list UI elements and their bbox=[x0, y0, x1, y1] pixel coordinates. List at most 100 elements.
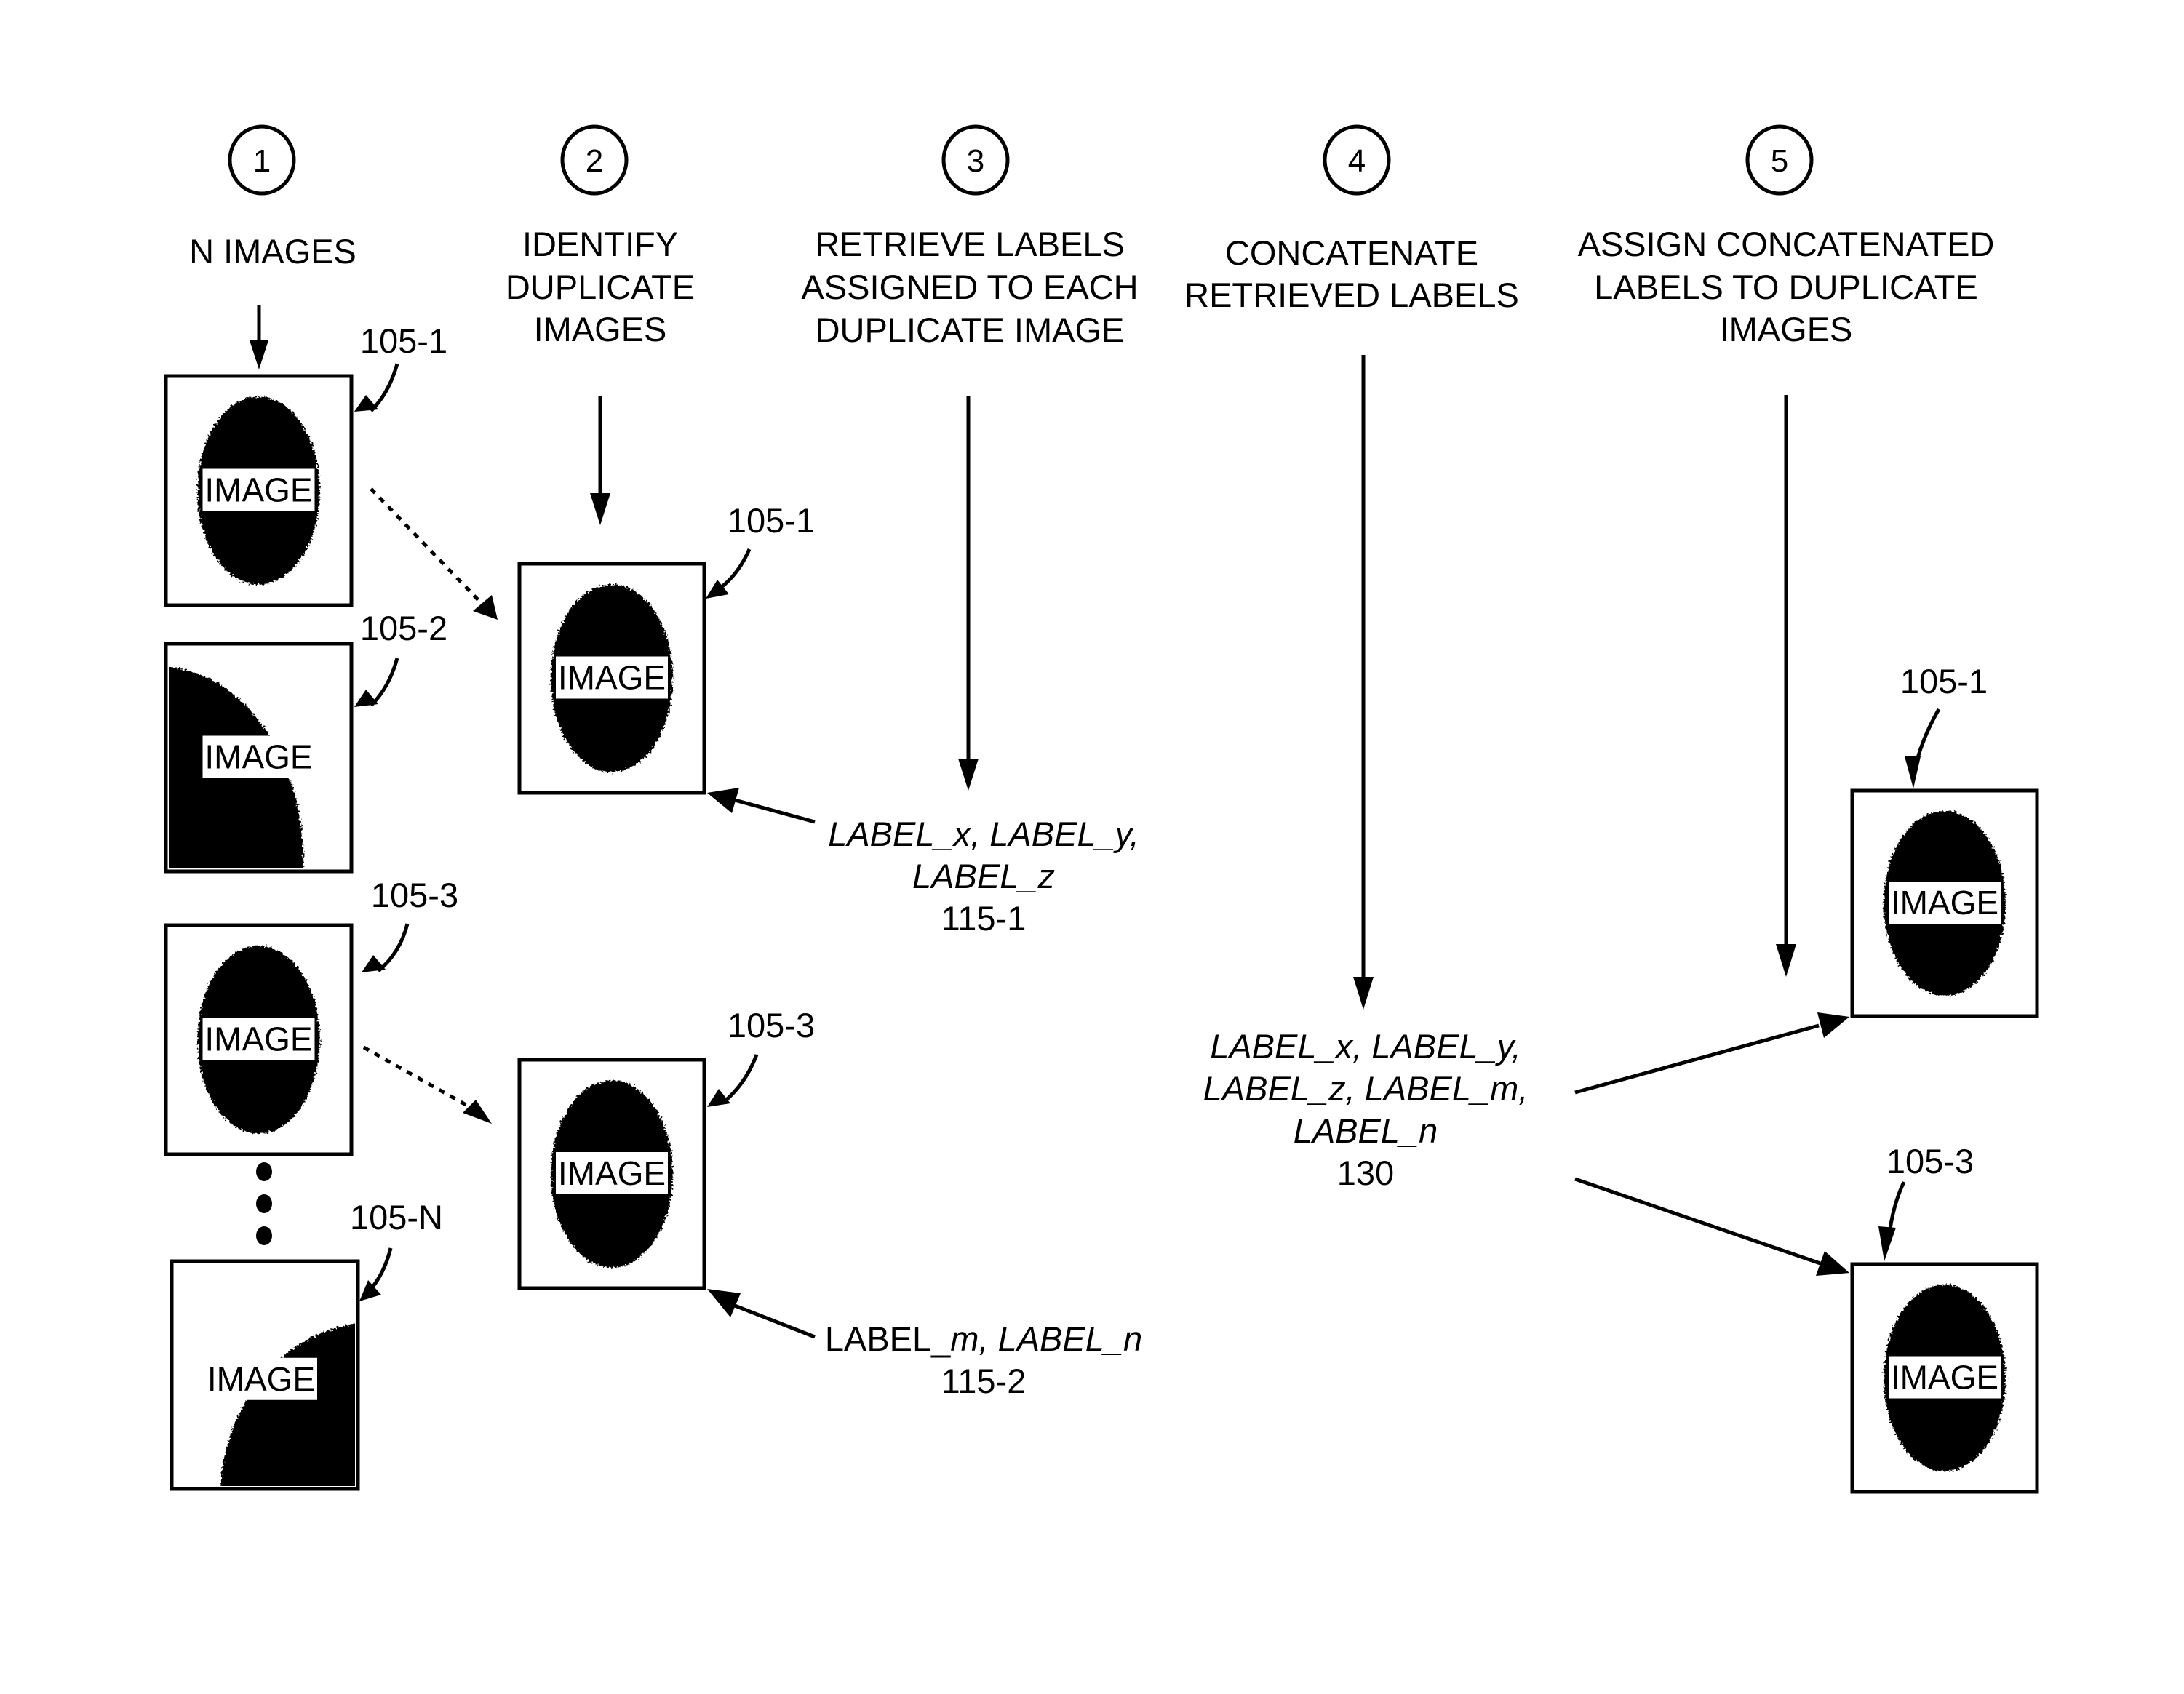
step-heading-2: IDENTIFY DUPLICATE IMAGES bbox=[506, 225, 695, 348]
callout-output-105-1: 105-1 bbox=[1900, 662, 1988, 788]
callout-input-105-N: 105-N bbox=[350, 1198, 443, 1301]
dashed-arrow-105-3 bbox=[362, 1045, 492, 1124]
label-ref-number: 115-2 bbox=[941, 1362, 1027, 1400]
reference-number: 105-3 bbox=[728, 1006, 815, 1044]
label-115-1-pointer bbox=[707, 788, 816, 824]
heading-line: IDENTIFY bbox=[522, 225, 678, 263]
leader-arrowhead bbox=[359, 1280, 381, 1301]
assignment-arrows bbox=[1574, 1012, 1849, 1276]
image-tag: IMAGE bbox=[204, 738, 312, 776]
image-tag: IMAGE bbox=[204, 1020, 312, 1058]
input-image-105-3: IMAGE bbox=[164, 923, 354, 1156]
step-marker-2: 2 bbox=[560, 124, 629, 196]
step2-down-arrow bbox=[590, 396, 610, 525]
leader-arrowhead bbox=[1878, 1226, 1896, 1261]
step-marker-4: 4 bbox=[1323, 124, 1391, 196]
leader-arrowhead bbox=[354, 690, 378, 707]
callout-input-105-3: 105-3 bbox=[362, 876, 458, 972]
duplicate-image-105-1: IMAGE bbox=[517, 562, 706, 795]
heading-line: IMAGES bbox=[534, 310, 667, 348]
output-image-105-1: IMAGE bbox=[1850, 788, 2039, 1018]
heading-line: DUPLICATE IMAGE bbox=[816, 311, 1125, 349]
dashed-arrow-105-1 bbox=[370, 487, 498, 620]
reference-number: 105-1 bbox=[1900, 662, 1988, 700]
leader-line bbox=[370, 363, 399, 412]
leader-arrowhead bbox=[1905, 756, 1921, 788]
leader-arrowhead bbox=[362, 955, 386, 972]
callout-input-105-2: 105-2 bbox=[354, 609, 447, 707]
heading-line: RETRIEVE LABELS bbox=[815, 225, 1125, 263]
image-tag: IMAGE bbox=[1891, 1359, 1998, 1397]
step-number: 3 bbox=[967, 143, 984, 179]
leader-line bbox=[717, 548, 752, 591]
reference-number: 105-3 bbox=[1886, 1142, 1974, 1180]
step-marker-1: 1 bbox=[228, 124, 296, 196]
concatenated-line: LABEL_n bbox=[1294, 1111, 1438, 1150]
callout-duplicate-105-1: 105-1 bbox=[706, 501, 815, 599]
duplicate-image-label-diagram: 1 2 3 4 5 N IMAGES IDENTIFY DUPLICATE IMAGES RET… bbox=[164, 124, 2039, 1494]
retrieved-labels-115-1: LABEL_x, LABEL_y, LABEL_z 115-1 bbox=[828, 815, 1139, 938]
assign-arrow-105-1 bbox=[1574, 1012, 1849, 1095]
leader-arrowhead bbox=[354, 395, 378, 412]
reference-number: 105-1 bbox=[728, 501, 815, 540]
step-heading-5: ASSIGN CONCATENATED LABELS TO DUPLICATE IM… bbox=[1578, 225, 1995, 348]
output-image-105-3: IMAGE bbox=[1850, 1262, 2039, 1494]
input-image-105-N: IMAGE bbox=[170, 1259, 360, 1491]
duplicate-identification-arrows bbox=[362, 487, 498, 1124]
callout-input-105-1: 105-1 bbox=[354, 321, 447, 412]
callout-output-105-3: 105-3 bbox=[1878, 1142, 1974, 1261]
heading-line: IMAGES bbox=[1720, 310, 1853, 348]
ellipsis-dot bbox=[256, 1162, 272, 1181]
label-prefix: LABEL_ bbox=[825, 1319, 951, 1358]
concatenated-line: LABEL_z, LABEL_m, bbox=[1203, 1069, 1529, 1108]
heading-line: N IMAGES bbox=[189, 232, 356, 271]
step-heading-4: CONCATENATE RETRIEVED LABELS bbox=[1184, 233, 1519, 314]
leader-line bbox=[722, 1054, 759, 1103]
concatenated-labels-130: LABEL_x, LABEL_y, LABEL_z, LABEL_m, LABE… bbox=[1203, 1027, 1529, 1192]
ellipsis-dots bbox=[256, 1162, 272, 1245]
leader-line bbox=[370, 658, 399, 707]
heading-line: CONCATENATE bbox=[1225, 233, 1478, 272]
reference-number: 105-N bbox=[350, 1198, 443, 1236]
image-tag: IMAGE bbox=[558, 1154, 666, 1192]
step-heading-1: N IMAGES bbox=[189, 232, 356, 271]
ellipsis-dot bbox=[256, 1194, 272, 1213]
heading-line: ASSIGN CONCATENATED bbox=[1578, 225, 1995, 263]
step1-down-arrow bbox=[250, 305, 268, 369]
heading-line: RETRIEVED LABELS bbox=[1184, 276, 1519, 314]
input-image-105-1: IMAGE bbox=[164, 374, 354, 607]
label-115-2-pointer bbox=[707, 1289, 816, 1339]
heading-line: LABELS TO DUPLICATE bbox=[1594, 268, 1978, 306]
concatenated-line: LABEL_x, LABEL_y, bbox=[1210, 1027, 1521, 1066]
step-number: 5 bbox=[1771, 143, 1788, 179]
assign-arrow-105-3 bbox=[1574, 1177, 1849, 1276]
leader-line bbox=[1888, 1180, 1906, 1230]
step-number: 2 bbox=[586, 143, 603, 179]
label-pointer-arrows bbox=[707, 788, 816, 1339]
step-number: 1 bbox=[253, 143, 271, 179]
image-tag: IMAGE bbox=[207, 1360, 315, 1398]
label-line: LABEL_x, LABEL_y, bbox=[828, 815, 1139, 853]
concatenated-ref-number: 130 bbox=[1337, 1154, 1394, 1192]
image-tag: IMAGE bbox=[558, 659, 666, 697]
reference-number: 105-1 bbox=[360, 321, 447, 360]
leader-line bbox=[377, 923, 410, 972]
step4-down-arrow bbox=[1353, 355, 1374, 1010]
heading-line: ASSIGNED TO EACH bbox=[801, 268, 1138, 306]
step-headings: N IMAGES IDENTIFY DUPLICATE IMAGES RETRIEVE … bbox=[189, 225, 1994, 349]
image-tag: IMAGE bbox=[204, 471, 312, 509]
step-marker-3: 3 bbox=[941, 124, 1010, 196]
ellipsis-dot bbox=[256, 1226, 272, 1245]
step3-down-arrow bbox=[958, 396, 979, 791]
label-suffix: m bbox=[950, 1319, 979, 1358]
image-boxes: IMAGE IMAGE IMAGE IMAGE IMAGE IMAGE IMAGE IMAGE bbox=[164, 374, 2039, 1494]
retrieved-labels-115-2: LABEL_m, LABEL_n 115-2 bbox=[825, 1319, 1142, 1400]
step-number: 4 bbox=[1348, 143, 1366, 179]
callout-duplicate-105-3: 105-3 bbox=[707, 1006, 815, 1107]
image-tag: IMAGE bbox=[1891, 884, 1998, 922]
reference-number: 105-2 bbox=[360, 609, 447, 647]
reference-number: 105-3 bbox=[371, 876, 458, 914]
step5-down-arrow bbox=[1776, 395, 1796, 977]
step-markers: 1 2 3 4 5 bbox=[228, 124, 1814, 196]
label-line: LABEL_z bbox=[912, 857, 1055, 895]
